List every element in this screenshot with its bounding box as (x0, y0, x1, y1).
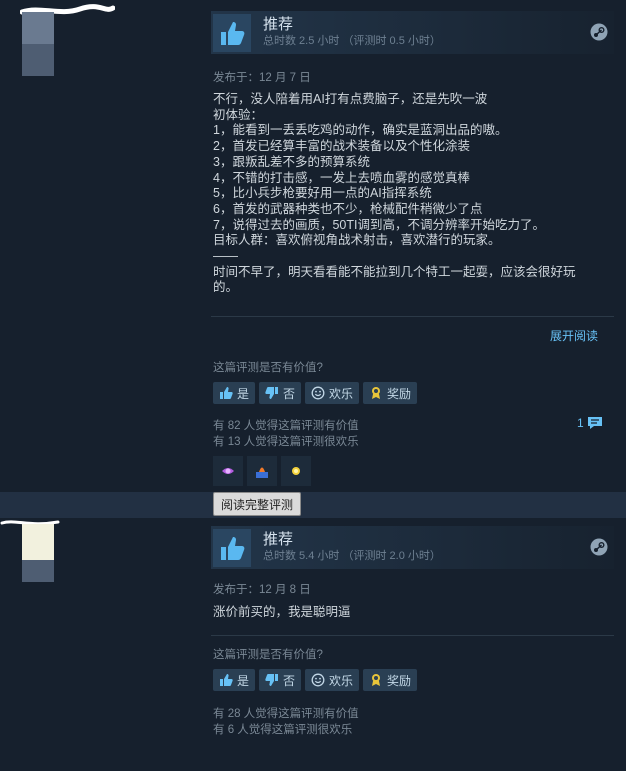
review-line: 目标人群：喜欢俯视角战术射击，喜欢潜行的玩家。 (213, 233, 501, 248)
review-line: 1，能看到一丢丢吃鸡的动作，确实是蓝洞出品的嗷。 (213, 123, 508, 138)
review-line: 2，首发已经算丰富的战术装备以及个性化涂装 (213, 139, 470, 154)
hours-played: 总时数 5.4 小时 （评测时 2.0 小时） (263, 550, 441, 562)
vote-buttons: 是 否 欢乐 奖励 (213, 382, 418, 404)
thumbs-up-icon (220, 674, 233, 686)
review-separator (0, 492, 626, 518)
review-card: 推荐 总时数 5.4 小时 （评测时 2.0 小时） 发布于：12 月 8 日 … (0, 518, 626, 771)
review-line: 6，首发的武器种类也不少，枪械配件稍微少了点 (213, 201, 483, 216)
recommendation-title: 推荐 (263, 16, 294, 33)
review-line: 5，比小兵步枪要好用一点的AI指挥系统 (213, 186, 432, 201)
hours-played: 总时数 2.5 小时 （评测时 0.5 小时） (263, 35, 441, 47)
steam-review-page: 推荐 总时数 2.5 小时 （评测时 0.5 小时） 发布于：12 月 7 日 … (0, 0, 626, 771)
award-button[interactable]: 奖励 (363, 669, 418, 691)
vote-yes-button[interactable]: 是 (213, 382, 256, 404)
avatar[interactable] (22, 524, 54, 582)
vote-funny-label: 欢乐 (329, 386, 354, 401)
vote-yes-label: 是 (237, 673, 250, 688)
vote-yes-label: 是 (237, 386, 250, 401)
thumbs-up-icon (213, 528, 251, 567)
vote-funny-label: 欢乐 (329, 673, 354, 688)
read-full-review-tooltip[interactable]: 阅读完整评测 (213, 492, 302, 516)
glow-award-icon (292, 467, 300, 475)
smiley-icon (311, 673, 325, 687)
vote-no-button[interactable]: 否 (259, 382, 302, 404)
award-icon (372, 387, 381, 399)
treasure-award-icon (256, 467, 268, 478)
thumbs-up-icon (213, 13, 251, 52)
vote-no-label: 否 (283, 386, 296, 401)
thumbs-down-icon (265, 387, 279, 399)
helpful-question: 这篇评测是否有价值? (213, 362, 323, 374)
comment-bubble-icon (587, 417, 602, 429)
award-label: 奖励 (387, 673, 412, 688)
comments-link[interactable]: 1 (577, 416, 603, 430)
award-badge[interactable] (213, 456, 243, 486)
review-line: 初体验： (213, 107, 264, 122)
award-badge[interactable] (281, 456, 311, 486)
posted-date: 发布于：12 月 7 日 (213, 72, 311, 84)
avatar[interactable] (22, 12, 54, 76)
vote-header[interactable]: 推荐 总时数 5.4 小时 （评测时 2.0 小时） (211, 526, 614, 569)
vote-no-label: 否 (283, 673, 296, 688)
comment-count: 1 (577, 416, 584, 430)
funny-count: 有 13 人觉得这篇评测很欢乐 (213, 436, 359, 448)
helpful-question: 这篇评测是否有价值? (213, 649, 323, 661)
review-text: 不行，没人陪着用AI打有点费脑子，还是先吹一波 初体验： 1，能看到一丢丢吃鸡的… (213, 92, 613, 312)
award-button[interactable]: 奖励 (363, 382, 418, 404)
vote-funny-button[interactable]: 欢乐 (305, 382, 360, 404)
sparkle-award-icon (222, 468, 234, 474)
review-line: —— (213, 249, 238, 264)
thumbs-down-icon (265, 674, 279, 686)
vote-funny-button[interactable]: 欢乐 (305, 669, 360, 691)
posted-date: 发布于：12 月 8 日 (213, 584, 311, 596)
expand-review-link[interactable]: 展开阅读 (550, 327, 598, 344)
helpful-count: 有 28 人觉得这篇评测有价值 (213, 708, 359, 720)
text-fade (213, 292, 613, 314)
award-icon (372, 674, 381, 686)
recommendation-title: 推荐 (263, 531, 294, 548)
steam-icon (590, 23, 608, 41)
vote-no-button[interactable]: 否 (259, 669, 302, 691)
review-card: 推荐 总时数 2.5 小时 （评测时 0.5 小时） 发布于：12 月 7 日 … (0, 0, 626, 492)
awards-list (213, 456, 311, 486)
steam-icon (590, 538, 608, 556)
vote-yes-button[interactable]: 是 (213, 669, 256, 691)
helpful-count: 有 82 人觉得这篇评测有价值 (213, 420, 359, 432)
divider (211, 635, 614, 636)
review-line: 3，跟叛乱差不多的预算系统 (213, 154, 370, 169)
review-text: 涨价前买的，我是聪明逼 (213, 605, 351, 619)
award-label: 奖励 (387, 386, 412, 401)
divider (211, 316, 614, 317)
review-line: 4，不错的打击感，一发上去喷血雾的感觉真棒 (213, 170, 470, 185)
smiley-icon (311, 386, 325, 400)
vote-buttons: 是 否 欢乐 奖励 (213, 669, 418, 691)
thumbs-up-icon (220, 387, 233, 399)
review-line: 时间不早了，明天看看能不能拉到几个特工一起耍，应该会很好玩 (213, 264, 576, 279)
review-line: 不行，没人陪着用AI打有点费脑子，还是先吹一波 (213, 92, 488, 106)
vote-header[interactable]: 推荐 总时数 2.5 小时 （评测时 0.5 小时） (211, 11, 614, 54)
award-badge[interactable] (247, 456, 277, 486)
review-line: 7，说得过去的画质，50TI调到高，不调分辨率开始吃力了。 (213, 217, 545, 232)
funny-count: 有 6 人觉得这篇评测很欢乐 (213, 724, 353, 736)
